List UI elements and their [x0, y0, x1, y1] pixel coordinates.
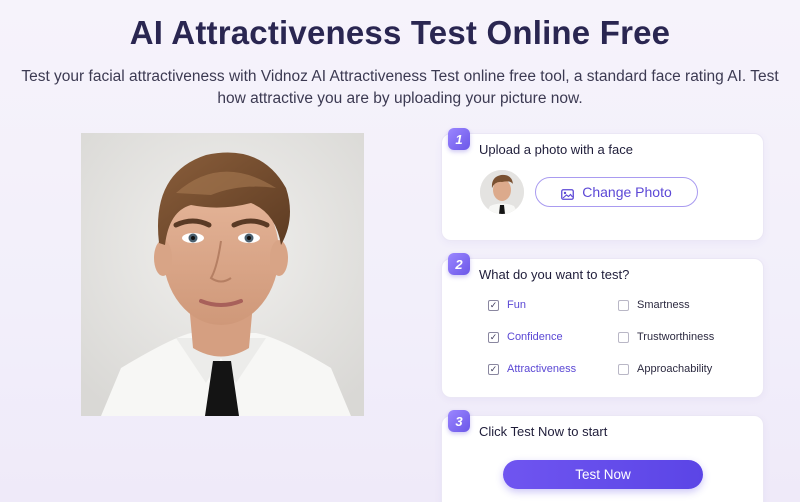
option-approachability[interactable]: Approachability — [618, 363, 712, 375]
checkbox-checked[interactable]: ✓ — [488, 331, 499, 343]
step-badge-2: 2 — [448, 253, 470, 275]
option-attractiveness[interactable]: ✓ Attractiveness — [488, 363, 576, 375]
avatar — [480, 170, 524, 214]
step-badge-3: 3 — [448, 410, 470, 432]
option-label: Fun — [507, 299, 526, 311]
checkbox-unchecked[interactable] — [618, 299, 629, 311]
option-fun[interactable]: ✓ Fun — [488, 299, 526, 311]
page-title: AI Attractiveness Test Online Free — [129, 14, 671, 51]
step-upload-heading: Upload a photo with a face — [479, 142, 633, 157]
checkbox-checked[interactable]: ✓ — [488, 363, 499, 375]
option-label: Approachability — [637, 363, 713, 375]
checkbox-unchecked[interactable] — [618, 363, 629, 375]
checkbox-checked[interactable]: ✓ — [488, 299, 499, 311]
option-label: Attractiveness — [507, 363, 577, 375]
step-start-card: 3 Click Test Now to start Test Now — [441, 410, 764, 502]
option-label: Trustworthiness — [637, 331, 715, 343]
page-subtitle: Test your facial attractiveness with Vid… — [21, 68, 779, 107]
change-photo-button[interactable]: Change Photo — [535, 177, 698, 207]
option-confidence[interactable]: ✓ Confidence — [488, 331, 563, 343]
step-badge-1: 1 — [448, 128, 470, 150]
option-smartness[interactable]: Smartness — [618, 299, 690, 311]
checkbox-unchecked[interactable] — [618, 331, 629, 343]
option-label: Smartness — [637, 299, 690, 311]
change-photo-label: Change Photo — [582, 184, 672, 200]
image-icon — [561, 187, 575, 200]
step-start-heading: Click Test Now to start — [479, 424, 608, 439]
option-trustworthiness[interactable]: Trustworthiness — [618, 331, 714, 343]
test-now-button[interactable]: Test Now — [503, 460, 703, 489]
step-upload-card: 1 Upload a photo with a face Change Phot… — [441, 128, 764, 241]
step-options-card: 2 What do you want to test? ✓ Fun Smartn… — [441, 253, 764, 398]
uploaded-photo — [81, 133, 364, 416]
step-options-heading: What do you want to test? — [479, 267, 630, 282]
option-label: Confidence — [507, 331, 563, 343]
